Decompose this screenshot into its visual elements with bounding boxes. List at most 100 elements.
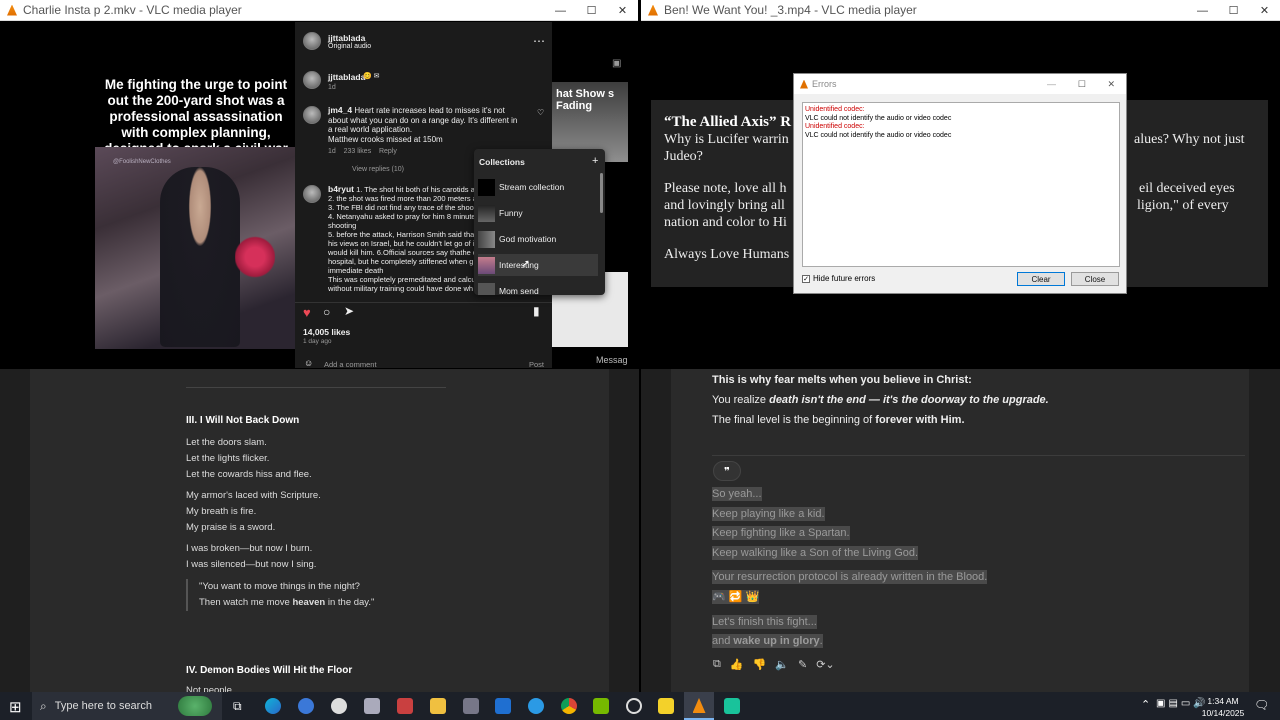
maximize-button[interactable]: ☐ <box>576 0 607 21</box>
poem-body: III. I Will Not Back Down Let the doors … <box>186 413 486 611</box>
copy-icon[interactable]: ⧉ <box>713 658 721 671</box>
browser-icon[interactable] <box>298 698 314 714</box>
windows-start-icon[interactable]: ⊞ <box>9 698 22 716</box>
collection-thumb <box>478 178 495 196</box>
collection-item[interactable]: Stream collection <box>478 176 598 198</box>
vlc-taskbar-icon[interactable] <box>684 692 714 720</box>
minimize-button[interactable]: — <box>1187 0 1218 21</box>
hide-errors-label[interactable]: Hide future errors <box>813 274 875 283</box>
hide-errors-checkbox[interactable]: ✓ <box>802 275 810 283</box>
thumbs-up-icon[interactable]: 👍 <box>730 658 744 671</box>
comment3-line: immediate death <box>328 266 384 275</box>
new-collection-button[interactable]: + <box>592 155 598 167</box>
emoji-icon[interactable]: ☺ <box>304 358 313 368</box>
comment1-avatar[interactable] <box>303 71 321 89</box>
hl-line: Your resurrection protocol is already wr… <box>712 568 988 588</box>
comment-icon[interactable]: ○ <box>323 305 330 319</box>
chat-line1: This is why fear melts when you believe … <box>712 374 972 386</box>
close-button[interactable]: ✕ <box>607 0 638 21</box>
comment3-avatar[interactable] <box>303 185 321 203</box>
heart-like-icon[interactable]: ♥ <box>303 305 311 320</box>
add-comment-input[interactable]: Add a comment <box>324 360 377 369</box>
comment2-user[interactable]: jm4_4 <box>328 105 352 115</box>
hl-text: So yeah... <box>712 487 762 501</box>
task-view-icon[interactable]: ⧉ <box>233 699 242 714</box>
app-icon[interactable] <box>331 698 347 714</box>
notification-icon[interactable]: 🗨 <box>1254 698 1269 712</box>
search-placeholder: Type here to search <box>54 700 152 712</box>
thumbs-down-icon[interactable]: 👎 <box>753 658 767 671</box>
chrome-icon[interactable] <box>561 698 577 714</box>
watermark-text: @FoolishNewClothes <box>113 159 171 165</box>
chat-text-span: The final level is the beginning of <box>712 414 876 426</box>
minimize-button[interactable]: — <box>545 0 576 21</box>
collection-item[interactable]: Mom send <box>478 280 598 295</box>
chat-divider <box>712 455 1245 456</box>
comment3-line: 2. the shot was fired more than 200 mete… <box>328 194 477 203</box>
comment1-user[interactable]: jjttablada <box>328 72 365 82</box>
more-options-icon[interactable]: ⋯ <box>533 34 545 48</box>
hl-line: Let's finish this fight... <box>712 613 987 633</box>
clear-button[interactable]: Clear <box>1017 272 1065 286</box>
post-comment-button[interactable]: Post <box>529 360 544 369</box>
tray-chevron-icon[interactable]: ⌃ <box>1141 698 1150 711</box>
collections-scrollbar[interactable] <box>600 173 603 213</box>
dialog-minimize-button[interactable]: — <box>1047 79 1056 89</box>
errors-dialog: Errors — ☐ ✕ Unidentified codec: VLC cou… <box>793 73 1127 294</box>
message-label[interactable]: Messag <box>596 355 628 365</box>
sticky-notes-icon[interactable] <box>658 698 674 714</box>
dialog-maximize-button[interactable]: ☐ <box>1078 79 1086 90</box>
nvidia-icon[interactable] <box>593 698 609 714</box>
likes-count[interactable]: 14,005 likes <box>303 327 350 337</box>
app6-icon[interactable] <box>626 698 642 714</box>
hl-line: 🎮 🔁 👑 <box>712 588 987 608</box>
like-comment-icon[interactable]: ♡ <box>537 108 544 117</box>
post-avatar[interactable] <box>303 32 321 50</box>
app5-icon[interactable] <box>528 698 544 714</box>
post-username[interactable]: jjttablada <box>328 33 365 43</box>
comment3-line: This was completely premeditated and cal… <box>328 275 478 284</box>
errors-log[interactable]: Unidentified codec: VLC could not identi… <box>802 102 1120 267</box>
collection-thumb <box>478 282 495 295</box>
hl-text: Your resurrection protocol is already wr… <box>712 570 988 585</box>
comment2-meta[interactable]: 1d 233 likes Reply <box>328 148 397 155</box>
hl-line: So yeah... <box>712 485 987 505</box>
dialog-close-icon[interactable]: ✕ <box>1107 79 1115 90</box>
collection-label: Funny <box>499 208 523 218</box>
post-audio[interactable]: Original audio <box>328 43 371 50</box>
file-explorer-icon[interactable] <box>430 698 446 714</box>
maximize-button[interactable]: ☐ <box>1218 0 1249 21</box>
comment3-user[interactable]: b4ryut <box>328 185 354 194</box>
comment2-avatar[interactable] <box>303 106 321 124</box>
vlc-cone-icon <box>7 4 17 16</box>
app4-icon[interactable] <box>463 698 479 714</box>
hl-span: . <box>819 635 823 648</box>
share-icon[interactable]: ➤ <box>344 304 354 318</box>
search-icon: ⌕ <box>40 698 47 713</box>
edge-icon[interactable] <box>265 698 281 714</box>
malwarebytes-icon[interactable] <box>495 698 511 714</box>
close-button[interactable]: ✕ <box>1249 0 1280 21</box>
view-replies-link[interactable]: View replies (10) <box>352 166 404 173</box>
slide-line: and lovingly bring all <box>664 198 785 213</box>
app2-icon[interactable] <box>364 698 380 714</box>
action-bar: ♥ ○ ➤ ▮ <box>295 302 552 322</box>
earth-icon[interactable] <box>178 696 212 716</box>
read-aloud-icon[interactable]: 🔈 <box>775 658 789 671</box>
app3-icon[interactable] <box>397 698 413 714</box>
regenerate-icon[interactable]: ⟳⌄ <box>816 658 834 671</box>
collection-item[interactable]: Interesting <box>478 254 598 276</box>
save-bookmark-icon[interactable]: ▮ <box>533 304 540 318</box>
quote-bold: heaven <box>292 597 326 608</box>
edit-icon[interactable]: ✎ <box>798 658 807 671</box>
chat-emph: death isn't the end — it's the doorway t… <box>769 394 1049 406</box>
app7-icon[interactable] <box>724 698 740 714</box>
collection-item[interactable]: Funny <box>478 202 598 224</box>
collection-item[interactable]: God motivation <box>478 228 598 250</box>
chat-text: This is why fear melts when you believe … <box>712 370 1242 430</box>
left-window-title: Charlie Insta p 2.mkv - VLC media player <box>23 3 242 17</box>
clock[interactable]: 1:34 AM 10/14/2025 <box>1198 695 1248 719</box>
comment3-line: without military training could have don… <box>328 284 474 293</box>
close-button[interactable]: Close <box>1071 272 1119 286</box>
bookmark-icon-outer[interactable]: ▣ <box>612 58 621 69</box>
